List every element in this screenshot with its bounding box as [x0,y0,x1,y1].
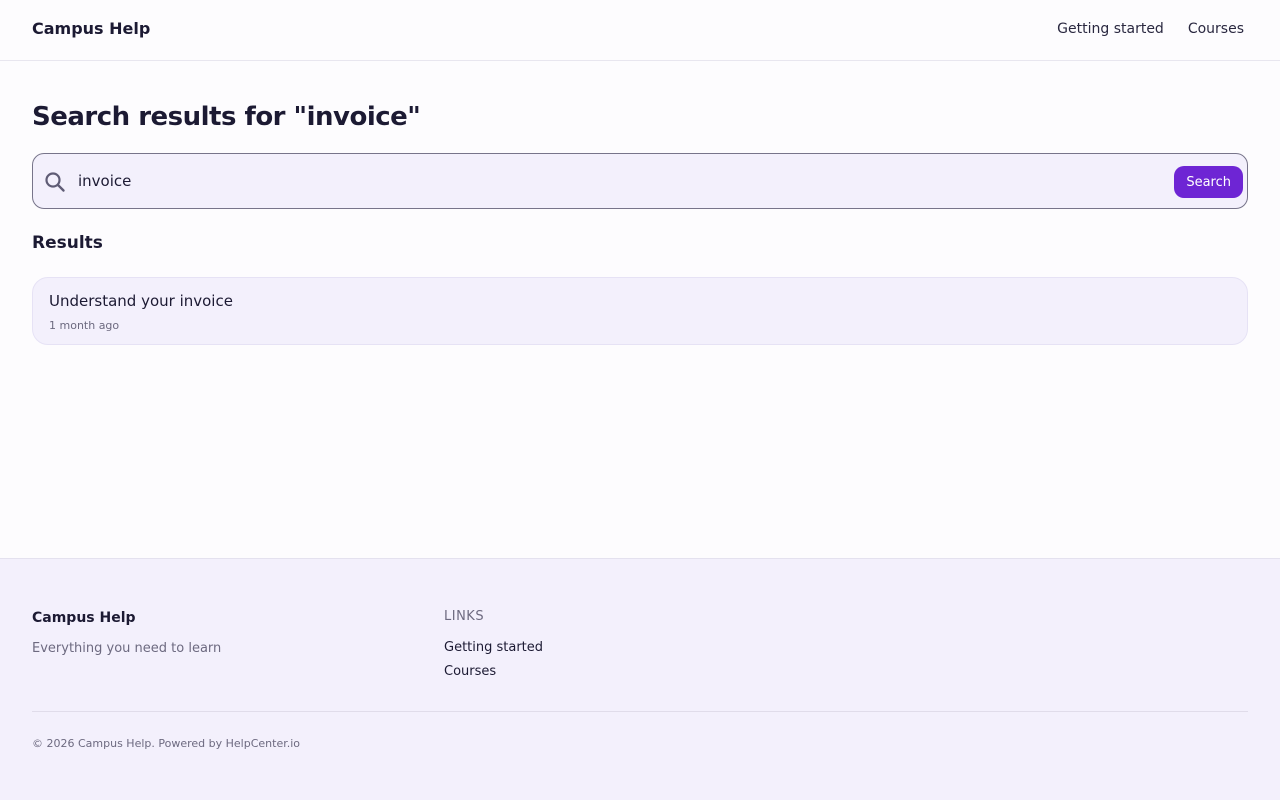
search-box: Search [32,153,1248,209]
header-nav: Getting started Courses [1057,21,1244,37]
search-button[interactable]: Search [1174,166,1243,198]
nav-link-getting-started[interactable]: Getting started [1057,21,1164,37]
site-header: Campus Help Getting started Courses [0,0,1280,61]
footer-brand: Campus Help [32,610,136,626]
result-title: Understand your invoice [49,292,233,310]
nav-link-courses[interactable]: Courses [1188,21,1244,37]
footer-link-getting-started[interactable]: Getting started [444,640,543,655]
footer-link-item: Courses [444,660,543,684]
footer-divider [32,711,1248,712]
search-icon [44,171,66,193]
footer-copyright: © 2026 Campus Help. Powered by HelpCente… [32,737,301,750]
page-title: Search results for "invoice" [32,102,421,132]
result-timestamp: 1 month ago [49,319,120,332]
brand-logo-link[interactable]: Campus Help [32,19,150,38]
results-heading: Results [32,233,103,253]
footer-link-item: Getting started [444,636,543,660]
footer-link-courses[interactable]: Courses [444,664,496,679]
search-input[interactable] [78,166,1158,196]
footer-links: Getting started Courses [444,636,543,684]
site-footer: Campus Help Everything you need to learn… [0,558,1280,800]
result-item[interactable]: Understand your invoice 1 month ago [32,277,1248,345]
footer-links-heading: LINKS [444,609,485,624]
footer-tagline: Everything you need to learn [32,641,222,656]
